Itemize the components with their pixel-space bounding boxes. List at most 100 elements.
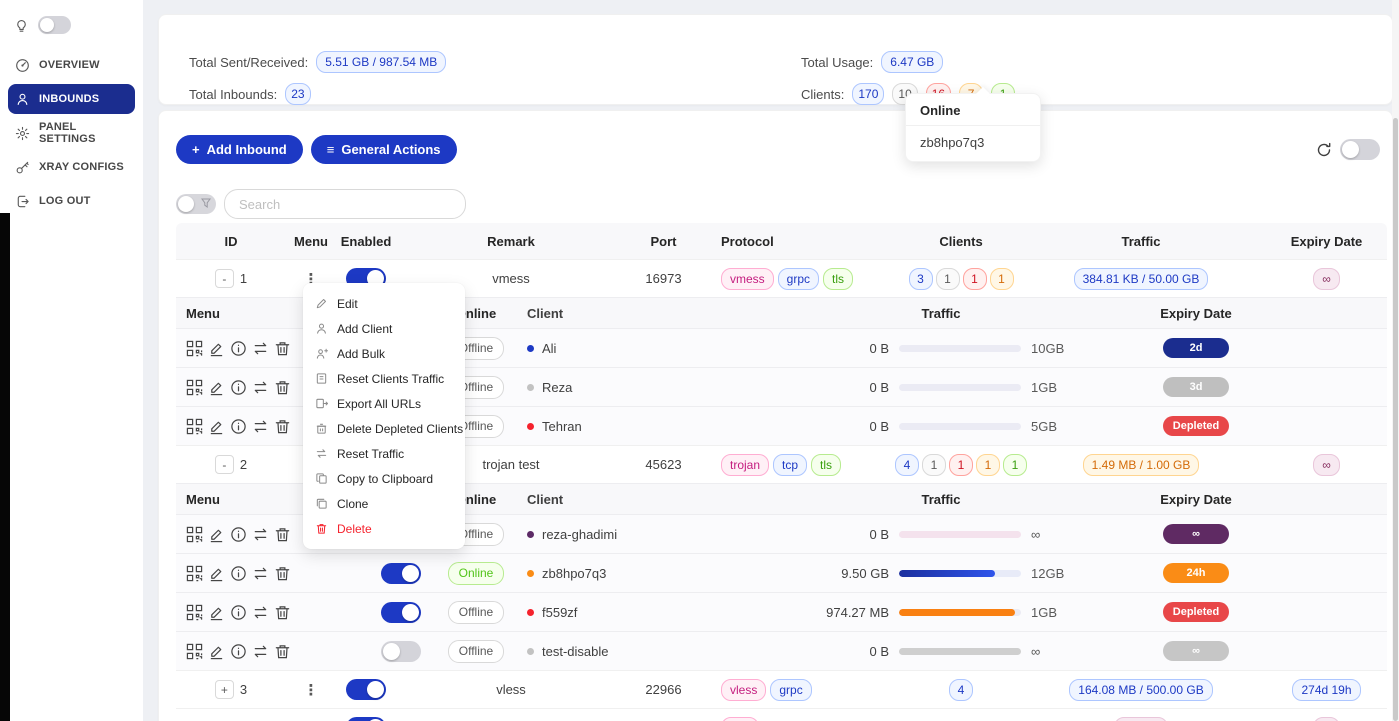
clients-count-total[interactable]: 170 [852, 83, 884, 105]
info-icon[interactable] [230, 604, 247, 621]
theme-toggle[interactable] [38, 16, 71, 34]
traffic-badge: 0 B / ∞ [1114, 717, 1169, 721]
info-icon[interactable] [230, 565, 247, 582]
subcol-expiry: Expiry Date [1061, 492, 1331, 507]
client-name: Reza [542, 380, 572, 395]
sidebar-nav: OVERVIEW INBOUNDS PANEL SETTINGS XRAY CO… [0, 50, 143, 216]
delete-icon[interactable] [274, 643, 291, 660]
vertical-scrollbar[interactable] [1392, 0, 1399, 721]
expiry-badge: ∞ [1313, 454, 1340, 476]
count-total: 4 [895, 454, 919, 476]
sent-received-value-badge: 5.51 GB / 987.54 MB [316, 51, 446, 73]
inbound-enabled-toggle[interactable] [346, 679, 386, 700]
copy-icon [315, 472, 328, 485]
traffic-bar [899, 609, 1021, 616]
delete-icon[interactable] [274, 379, 291, 396]
menu-item-add-bulk[interactable]: Add Bulk [303, 341, 465, 366]
reset-traffic-icon[interactable] [252, 526, 269, 543]
reset-traffic-icon[interactable] [252, 565, 269, 582]
sidebar-item-overview[interactable]: OVERVIEW [8, 50, 135, 80]
edit-icon[interactable] [208, 565, 225, 582]
menu-item-delete[interactable]: Delete [303, 516, 465, 541]
client-expiry-badge: 3d [1163, 377, 1229, 397]
reset-traffic-icon[interactable] [252, 340, 269, 357]
menu-item-reset-traffic[interactable]: Reset Traffic [303, 441, 465, 466]
subcol-traffic: Traffic [821, 492, 1061, 507]
col-header-clients: Clients [906, 234, 1016, 249]
menu-item-delete-depleted-clients[interactable]: Delete Depleted Clients [303, 416, 465, 441]
edit-icon[interactable] [208, 604, 225, 621]
info-icon[interactable] [230, 643, 247, 660]
qr-code-icon[interactable] [186, 565, 203, 582]
client-traffic: 0 B ∞ [821, 527, 1061, 542]
count-total: 4 [949, 679, 973, 701]
reset-traffic-icon[interactable] [252, 643, 269, 660]
sidebar-item-label: LOG OUT [39, 195, 91, 207]
reset-traffic-icon[interactable] [252, 418, 269, 435]
count-deactive: 1 [936, 268, 960, 290]
delete-icon[interactable] [274, 526, 291, 543]
sidebar-item-inbounds[interactable]: INBOUNDS [8, 84, 135, 114]
qr-code-icon[interactable] [186, 604, 203, 621]
subcol-client: Client [511, 492, 821, 507]
auto-refresh-toggle[interactable] [1340, 139, 1380, 160]
expand-button[interactable]: + [215, 680, 234, 699]
edit-icon[interactable] [208, 418, 225, 435]
qr-code-icon[interactable] [186, 418, 203, 435]
menu-item-reset-clients-traffic[interactable]: Reset Clients Traffic [303, 366, 465, 391]
client-name: Ali [542, 341, 556, 356]
menu-item-copy-to-clipboard[interactable]: Copy to Clipboard [303, 466, 465, 491]
delete-icon[interactable] [274, 418, 291, 435]
subcol-traffic: Traffic [821, 306, 1061, 321]
delete-icon[interactable] [274, 604, 291, 621]
menu-item-edit[interactable]: Edit [303, 291, 465, 316]
sidebar-item-log-out[interactable]: LOG OUT [8, 186, 135, 216]
inbound-enabled-toggle[interactable] [346, 717, 386, 721]
reset-clients-traffic-icon [315, 372, 328, 385]
menu-item-export-all-urls[interactable]: Export All URLs [303, 391, 465, 416]
menu-item-clone[interactable]: Clone [303, 491, 465, 516]
search-input[interactable] [224, 189, 466, 219]
qr-code-icon[interactable] [186, 379, 203, 396]
info-icon[interactable] [230, 526, 247, 543]
edit-icon[interactable] [208, 379, 225, 396]
info-icon[interactable] [230, 340, 247, 357]
scrollbar-thumb[interactable] [1393, 118, 1398, 721]
delete-icon[interactable] [274, 340, 291, 357]
info-icon[interactable] [230, 418, 247, 435]
delete-icon[interactable] [274, 565, 291, 582]
collapse-button[interactable]: - [215, 269, 234, 288]
reset-traffic-icon[interactable] [252, 379, 269, 396]
expiry-badge: ∞ [1313, 268, 1340, 290]
traffic-bar [899, 531, 1021, 538]
qr-code-icon[interactable] [186, 340, 203, 357]
edit-icon[interactable] [208, 643, 225, 660]
client-enabled-toggle[interactable] [381, 602, 421, 623]
menu-item-add-client[interactable]: Add Client [303, 316, 465, 341]
edit-icon[interactable] [208, 526, 225, 543]
general-actions-button[interactable]: ≡ General Actions [311, 135, 457, 164]
total-inbounds-label: Total Inbounds: [189, 87, 277, 102]
qr-code-icon[interactable] [186, 526, 203, 543]
funnel-icon [201, 198, 211, 209]
client-enabled-toggle[interactable] [381, 641, 421, 662]
inbound-port: 16973 [626, 271, 701, 286]
protocol-badge: grpc [770, 679, 811, 701]
client-enabled-toggle[interactable] [381, 563, 421, 584]
client-expiry-badge: 24h [1163, 563, 1229, 583]
sidebar-item-xray-configs[interactable]: XRAY CONFIGS [8, 152, 135, 182]
refresh-icon[interactable] [1316, 142, 1332, 158]
client-traffic: 0 B 5GB [821, 419, 1061, 434]
reset-traffic-icon[interactable] [252, 604, 269, 621]
col-header-enabled: Enabled [336, 234, 396, 249]
popup-online-client: zb8hpo7q3 [906, 126, 1040, 161]
client-name: test-disable [542, 644, 608, 659]
row-menu-icon[interactable]: ⋮ [304, 681, 319, 699]
info-icon[interactable] [230, 379, 247, 396]
filter-toggle[interactable] [176, 194, 216, 214]
collapse-button[interactable]: - [215, 455, 234, 474]
sidebar-item-panel-settings[interactable]: PANEL SETTINGS [8, 118, 135, 148]
qr-code-icon[interactable] [186, 643, 203, 660]
edit-icon[interactable] [208, 340, 225, 357]
add-inbound-button[interactable]: + Add Inbound [176, 135, 303, 164]
